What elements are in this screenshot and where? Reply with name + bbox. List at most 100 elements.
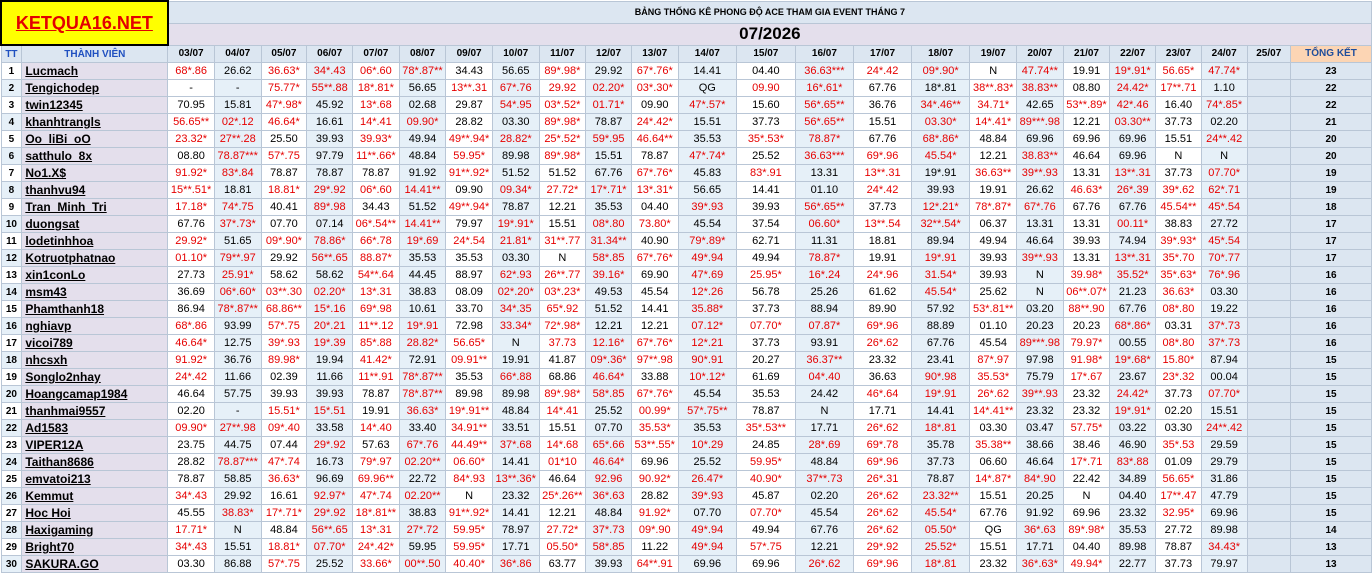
member-link[interactable]: SAKURA.GO xyxy=(21,555,169,573)
member-link[interactable]: msm43 xyxy=(21,283,169,301)
member-link[interactable]: duongsat xyxy=(21,215,169,233)
result-value: 38.83** xyxy=(1021,150,1058,162)
member-link[interactable]: Oo_liBi_oO xyxy=(21,130,169,148)
result-value: 27.72* xyxy=(546,524,579,536)
member-link[interactable]: Taithan8686 xyxy=(21,453,169,471)
result-cell: 14*.87* xyxy=(969,470,1018,488)
result-value: 46.64* xyxy=(268,116,300,128)
result-value: 24*.42* xyxy=(357,541,394,553)
result-cell: 07.70* xyxy=(736,317,796,335)
result-value: 45.55 xyxy=(177,507,205,519)
result-value: 07.70 xyxy=(693,507,722,519)
member-link[interactable]: Tran_Minh_Tri xyxy=(21,198,169,216)
result-cell: 57*.75** xyxy=(677,402,738,420)
result-value: 79.97* xyxy=(1070,337,1103,349)
result-cell: QG xyxy=(969,521,1018,539)
member-link[interactable]: satthulo_8x xyxy=(21,147,169,165)
member-link[interactable]: Tengichodep xyxy=(21,79,169,97)
member-link[interactable]: emvatoi213 xyxy=(21,470,169,488)
result-value: 13*.31* xyxy=(636,184,673,196)
result-value: 04.40 xyxy=(640,201,669,213)
result-value: 87*.97 xyxy=(977,354,1010,366)
member-link[interactable]: Bright70 xyxy=(21,538,169,556)
member-link[interactable]: Lucmach xyxy=(21,62,169,80)
result-cell: 15.51 xyxy=(1155,130,1202,148)
result-value: 26*.62 xyxy=(808,558,841,570)
member-link[interactable]: Hoc Hoi xyxy=(21,504,169,522)
member-link[interactable]: No1.X$ xyxy=(21,164,169,182)
result-value: 18*.81 xyxy=(924,82,957,94)
result-value: 11**.12 xyxy=(358,320,394,332)
member-link[interactable]: Phamthanh18 xyxy=(21,300,169,318)
result-cell: 29.59 xyxy=(1200,436,1248,454)
result-value: 45.54* xyxy=(924,507,957,519)
member-link[interactable]: Kotruotphatnao xyxy=(21,249,169,267)
member-link[interactable]: lodetinhhoa xyxy=(21,232,169,250)
total-score: 15 xyxy=(1290,402,1372,420)
member-link[interactable]: nghiavp xyxy=(21,317,169,335)
result-value: 67*.76* xyxy=(636,167,673,179)
result-cell: 37.73 xyxy=(853,198,912,216)
header-date: 14/07 xyxy=(677,44,738,63)
result-value: 12*.21 xyxy=(691,337,724,349)
result-value: 23.75 xyxy=(177,439,205,451)
result-value: 26*.62 xyxy=(866,490,899,502)
result-cell-empty xyxy=(1246,79,1292,97)
result-cell: 15.51 xyxy=(538,419,587,437)
member-link[interactable]: thanhvu94 xyxy=(21,181,169,199)
result-cell: 13.31 xyxy=(794,164,855,182)
result-cell: 13**.31 xyxy=(445,79,493,97)
header-date: 16/07 xyxy=(794,44,855,63)
result-value: N xyxy=(1082,490,1091,502)
member-link[interactable]: Haxigaming xyxy=(21,521,169,539)
site-logo[interactable]: KETQUA16.NET xyxy=(0,0,169,46)
result-cell: 05.50* xyxy=(910,521,971,539)
result-cell: 38.83 xyxy=(1155,215,1202,233)
member-link[interactable]: nhcsxh xyxy=(21,351,169,369)
member-link[interactable]: Ad1583 xyxy=(21,419,169,437)
result-value: 13**.31 xyxy=(1114,167,1151,179)
result-value: 78.87* xyxy=(808,133,841,145)
result-cell: 33.66* xyxy=(352,555,400,573)
result-value: 67.76 xyxy=(810,524,839,536)
result-cell: 15.51 xyxy=(585,147,632,165)
result-cell: 09.91** xyxy=(445,351,493,369)
result-value: 35.53* xyxy=(977,371,1010,383)
result-value: 02.39 xyxy=(270,371,298,383)
result-cell: 57*.75 xyxy=(736,538,796,556)
result-value: 49.94 xyxy=(752,524,780,536)
result-cell: 49**.94* xyxy=(445,130,493,148)
result-value: 72.98 xyxy=(455,320,483,332)
result-value: 62.71 xyxy=(752,235,780,247)
result-cell: 36.63** xyxy=(969,164,1018,182)
result-value: 28.82* xyxy=(499,133,532,145)
result-value: N xyxy=(511,337,520,349)
row-number: 21 xyxy=(0,402,23,420)
total-score: 16 xyxy=(1290,283,1372,301)
result-value: 01.10 xyxy=(810,184,839,196)
member-link[interactable]: khanhtrangls xyxy=(21,113,169,131)
member-link[interactable]: Songlo2nhay xyxy=(21,368,169,386)
result-value: 75.79 xyxy=(1026,371,1054,383)
result-cell: 38.83 xyxy=(398,283,447,301)
result-value: 03.30 xyxy=(501,116,530,128)
member-link[interactable]: xin1conLo xyxy=(21,266,169,284)
result-cell: 14*.41 xyxy=(352,113,400,131)
member-link[interactable]: Hoangcamap1984 xyxy=(21,385,169,403)
table-row: 29 Bright70 34*.43 15.51 18.81* 07.70* 24*.42*… xyxy=(0,538,1372,556)
member-link[interactable]: twin12345 xyxy=(21,96,169,114)
member-link[interactable]: vicoi789 xyxy=(21,334,169,352)
member-link[interactable]: thanhmai9557 xyxy=(21,402,169,420)
result-cell: 68*.86 xyxy=(167,317,215,335)
member-link[interactable]: VIPER12A xyxy=(21,436,169,454)
result-cell: 19*.91** xyxy=(445,402,493,420)
result-value: 76*.96 xyxy=(1208,269,1241,281)
result-cell: 58*.85 xyxy=(585,249,632,267)
result-value: 29.59 xyxy=(1210,439,1238,451)
result-cell: 78.87*** xyxy=(213,147,262,165)
result-cell: 65*.66 xyxy=(585,436,632,454)
result-cell: 35.53 xyxy=(585,198,632,216)
result-value: 79*.89* xyxy=(689,235,726,247)
member-link[interactable]: Kemmut xyxy=(21,487,169,505)
result-cell: 02.20 xyxy=(1155,402,1202,420)
